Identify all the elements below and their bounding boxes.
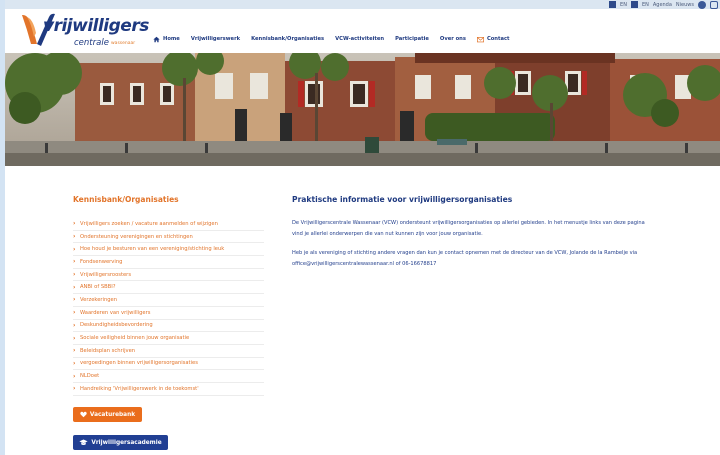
sidebar-item-label: Ondersteuning verenigingen en stichtinge… [80, 233, 193, 240]
sidebar-title: Kennisbank/Organisaties [73, 195, 179, 204]
nav-vrijwilligerswerk[interactable]: Vrijwilligerswerk [191, 36, 240, 42]
sidebar-item-label: Sociale veiligheid binnen jouw organisat… [80, 335, 190, 342]
sidebar-item-roosters[interactable]: › Vrijwilligersroosters [73, 269, 264, 282]
sidebar-item-beleidsplan[interactable]: › Beleidsplan schrijven [73, 345, 264, 358]
sidebar-item-label: Verzekeringen [80, 296, 118, 303]
sidebar-item-fondsenwerving[interactable]: › Fondsenwerving [73, 256, 264, 269]
sidebar-item-verzekeringen[interactable]: › Verzekeringen [73, 294, 264, 307]
nav-label: Vrijwilligerswerk [190, 36, 241, 42]
logo-town: wassenaar [111, 41, 136, 46]
sidebar-item-label: Fondsenwerving [80, 258, 123, 265]
chevron-right-icon: › [73, 271, 76, 279]
sidebar-item-label: Beleidsplan schrijven [80, 347, 136, 354]
sidebar-item-label: Vrijwilligersroosters [80, 271, 132, 278]
chevron-right-icon: › [73, 372, 76, 380]
utility-link-1[interactable]: EN [620, 2, 627, 8]
nav-vcw-activiteiten[interactable]: VCW-activiteiten [335, 36, 384, 42]
sidebar-item-sociale-veiligheid[interactable]: › Sociale veiligheid binnen jouw organisa… [73, 332, 264, 345]
chevron-right-icon: › [73, 347, 76, 355]
nav-kennisbank[interactable]: Kennisbank/Organisaties [251, 36, 324, 42]
academie-label: Vrijwilligersacademie [91, 439, 162, 446]
chevron-right-icon: › [73, 233, 76, 241]
hero-image [5, 53, 720, 166]
sidebar-item-ondersteuning[interactable]: › Ondersteuning verenigingen en stichting… [73, 231, 264, 244]
vacaturebank-button[interactable]: Vacaturebank [73, 407, 142, 422]
sidebar-menu: › Vrijwilligers zoeken / vacature aanmeld… [73, 218, 264, 396]
sidebar-item-waarderen[interactable]: › Waarderen van vrijwilligers [73, 307, 264, 320]
chevron-right-icon: › [73, 334, 76, 342]
sidebar-item-label: Vrijwilligers zoeken / vacature aanmelde… [80, 220, 218, 227]
sidebar-item-anbi[interactable]: › ANBI of SBBI? [73, 281, 264, 295]
street-photo [5, 53, 720, 166]
utility-link-2[interactable]: EN [642, 2, 649, 8]
nav-contact-label: Contact [486, 36, 510, 42]
flag-icon[interactable] [609, 1, 617, 8]
graduation-cap-icon [79, 439, 88, 446]
flag-icon[interactable] [630, 1, 638, 8]
nav-home[interactable]: Home [153, 36, 180, 43]
chevron-right-icon: › [73, 245, 76, 253]
chevron-right-icon: › [73, 309, 76, 317]
nav-contact[interactable]: Contact [476, 36, 510, 43]
nav-home-label: Home [163, 36, 180, 42]
utility-bar: EN EN Agenda Nieuws [609, 0, 718, 9]
chevron-right-icon: › [73, 258, 76, 266]
sidebar-item-deskundigheid[interactable]: › Deskundigheidsbevordering [73, 320, 264, 333]
intro-paragraph: De Vrijwilligerscentrale Wassenaar (VCW)… [292, 220, 645, 237]
facebook-icon[interactable] [698, 0, 706, 9]
instagram-icon[interactable] [710, 0, 718, 9]
chevron-right-icon: › [73, 321, 76, 329]
page-title: Praktische informatie voor vrijwilligers… [292, 195, 513, 204]
chevron-right-icon: › [73, 283, 76, 291]
page: EN EN Agenda Nieuws vrijwilligers centra… [5, 0, 720, 455]
home-icon [153, 36, 160, 42]
contact-paragraph: Heb je als vereniging of stichting ander… [292, 250, 638, 267]
sidebar-item-label: ANBI of SBBI? [80, 284, 116, 291]
sidebar-item-label: Hoe houd je besturen van een vereniging/… [80, 246, 225, 253]
academie-button[interactable]: Vrijwilligersacademie [73, 435, 168, 450]
utility-link-nieuws[interactable]: Nieuws [676, 2, 694, 8]
main-nav: Home Vrijwilligerswerk Kennisbank/Organi… [153, 33, 521, 45]
chevron-right-icon: › [73, 359, 76, 367]
chevron-right-icon: › [73, 296, 76, 304]
sidebar-item-vrijwilligers-zoeken[interactable]: › Vrijwilligers zoeken / vacature aanmeld… [73, 218, 264, 231]
sidebar-item-besturen[interactable]: › Hoe houd je besturen van een vereniging… [73, 243, 264, 257]
chevron-right-icon: › [73, 220, 76, 228]
heart-icon [80, 411, 87, 418]
sidebar-item-handreiking[interactable]: › Handreiking 'Vrijwilligerswerk in de to… [73, 383, 264, 396]
nav-label: VCW-activiteiten [335, 36, 385, 42]
sidebar-item-label: Deskundigheidsbevordering [80, 322, 153, 329]
vacaturebank-label: Vacaturebank [89, 411, 136, 418]
utility-link-agenda[interactable]: Agenda [653, 2, 672, 8]
logo-subtitle: centrale [74, 38, 109, 48]
sidebar-item-label: Handreiking 'Vrijwilligerswerk in de toe… [80, 385, 199, 392]
nav-over-ons[interactable]: Over ons [440, 36, 466, 42]
nav-participatie[interactable]: Participatie [395, 36, 429, 42]
sidebar-item-label: NLDoet [80, 373, 100, 380]
site-logo[interactable]: vrijwilligers centrale wassenaar [19, 11, 149, 51]
sidebar-item-vergoedingen[interactable]: › vergoedingen binnen vrijwilligersorgani… [73, 358, 264, 371]
sidebar-item-nldoet[interactable]: › NLDoet [73, 370, 264, 383]
nav-label: Over ons [439, 36, 466, 42]
chevron-right-icon: › [73, 385, 76, 393]
sidebar-item-label: vergoedingen binnen vrijwilligersorganis… [80, 360, 198, 367]
mail-icon [476, 36, 484, 42]
nav-label: Participatie [395, 36, 429, 42]
logo-title: vrijwilligers [43, 16, 149, 36]
nav-label: Kennisbank/Organisaties [251, 36, 325, 42]
sidebar-item-label: Waarderen van vrijwilligers [80, 309, 151, 316]
